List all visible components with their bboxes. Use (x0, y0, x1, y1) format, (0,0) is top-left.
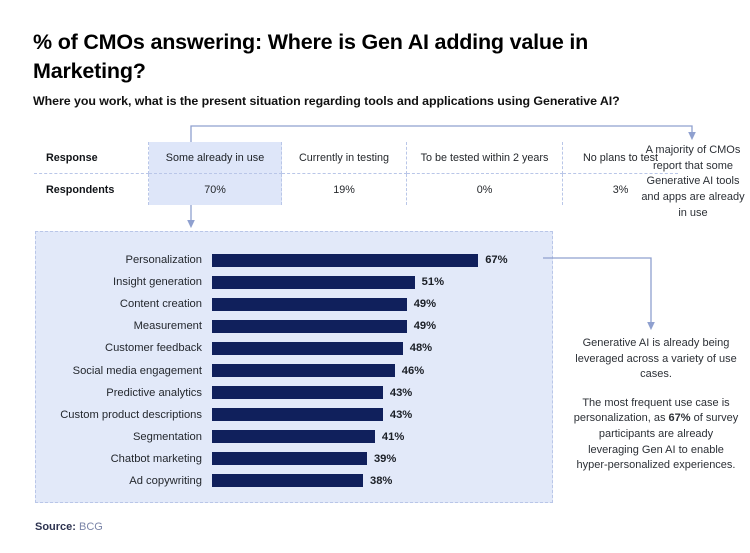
bar-row: Insight generation 51% (36, 271, 554, 293)
bar-track: 38% (212, 470, 554, 492)
table-row-label-respondents: Respondents (34, 173, 149, 205)
bar-track: 46% (212, 359, 554, 381)
bar-value-label: 39% (373, 452, 397, 465)
source-value: BCG (79, 521, 103, 533)
bar-row: Segmentation 41% (36, 426, 554, 448)
bar-value-label: 49% (413, 298, 437, 311)
annotation-side-highlight-value: 67% (668, 412, 691, 425)
bar-value-label: 43% (389, 408, 413, 421)
bar-row: Predictive analytics 43% (36, 382, 554, 404)
connector-bar-to-side-annotation (543, 257, 655, 331)
bar-track: 51% (212, 271, 554, 293)
bar-value-label: 48% (409, 342, 433, 355)
bar-fill (212, 253, 479, 267)
bar-value-label: 67% (485, 254, 508, 267)
bar-track: 49% (212, 315, 554, 337)
table-cell-response-2[interactable]: To be tested within 2 years (406, 142, 563, 174)
page-title: % of CMOs answering: Where is Gen AI add… (33, 30, 589, 83)
bar-track: 49% (212, 293, 554, 315)
connector-table-to-top-annotation (190, 125, 696, 142)
bar-fill (212, 297, 407, 311)
bar-category-label: Segmentation (132, 430, 202, 443)
bar-track: 67% (212, 249, 554, 271)
bar-fill (212, 319, 407, 333)
bar-fill (212, 341, 403, 355)
source-label: Source: (35, 521, 76, 533)
bar-row: Chatbot marketing 39% (36, 448, 554, 470)
bar-category-label: Content creation (119, 298, 202, 311)
bar-category-label: Insight generation (113, 276, 202, 289)
response-table: Response Some already in use Currently i… (34, 142, 678, 205)
table-cell-respondents-1[interactable]: 19% (281, 173, 407, 205)
bar-chart-panel: Personalization 67% Insight generation 51% C… (35, 231, 553, 503)
annotation-side-paragraph-1: Generative AI is already being leveraged… (575, 337, 737, 381)
bar-value-label: 41% (381, 430, 405, 443)
table-cell-response-0[interactable]: Some already in use (148, 142, 282, 174)
bar-row: Content creation 49% (36, 293, 554, 315)
bar-track: 43% (212, 404, 554, 426)
bar-track: 43% (212, 382, 554, 404)
source-note: Source: BCG (35, 521, 103, 533)
bar-fill (212, 430, 375, 444)
bar-track: 41% (212, 426, 554, 448)
bar-row: Personalization 67% (36, 249, 554, 271)
bar-value-label: 51% (421, 276, 445, 289)
bar-category-label: Ad copywriting (129, 474, 202, 487)
bar-category-label: Custom product descriptions (60, 408, 202, 421)
table-cell-response-1[interactable]: Currently in testing (281, 142, 407, 174)
bar-fill (212, 364, 395, 378)
bar-row: Customer feedback 48% (36, 337, 554, 359)
table-row-label-response: Response (34, 142, 149, 174)
infographic-root: % of CMOs answering: Where is Gen AI add… (0, 0, 750, 553)
bar-value-label: 43% (389, 386, 413, 399)
bar-value-label: 46% (401, 364, 425, 377)
bar-category-label: Predictive analytics (106, 386, 202, 399)
bar-fill (212, 408, 383, 422)
table-cell-respondents-2[interactable]: 0% (406, 173, 563, 205)
bar-value-label: 38% (369, 474, 393, 487)
table-cell-respondents-0[interactable]: 70% (148, 173, 282, 205)
bar-category-label: Customer feedback (104, 342, 202, 355)
bar-row: Custom product descriptions 43% (36, 404, 554, 426)
bar-track: 39% (212, 448, 554, 470)
page-subtitle: Where you work, what is the present situ… (33, 94, 620, 108)
bar-row: Ad copywriting 38% (36, 470, 554, 492)
bar-category-label: Personalization (125, 254, 203, 267)
bar-chart-rows: Personalization 67% Insight generation 51% C… (36, 249, 554, 492)
annotation-side: Generative AI is already being leveraged… (572, 336, 740, 474)
annotation-top-right: A majority of CMOs report that some Gene… (641, 144, 745, 219)
bar-row: Social media engagement 46% (36, 359, 554, 381)
bar-category-label: Measurement (133, 320, 202, 333)
bar-fill (212, 386, 383, 400)
bar-category-label: Social media engagement (72, 364, 202, 377)
bar-value-label: 49% (413, 320, 437, 333)
bar-fill (212, 452, 367, 466)
table-row-respondents: Respondents 70% 19% 0% 3% (34, 173, 678, 205)
table-row-response: Response Some already in use Currently i… (34, 142, 678, 174)
bar-fill (212, 275, 415, 289)
bar-category-label: Chatbot marketing (110, 452, 202, 465)
bar-track: 48% (212, 337, 554, 359)
bar-fill (212, 474, 363, 488)
annotation-side-paragraph-2: The most frequent use case is personaliz… (572, 396, 740, 474)
bar-row: Measurement 49% (36, 315, 554, 337)
